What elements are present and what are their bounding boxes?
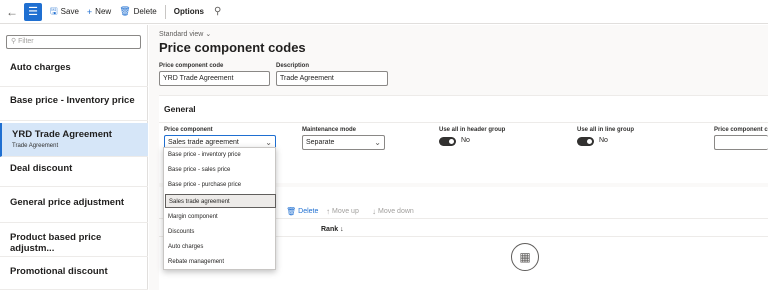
records-list-pane: ⚲ Filter Auto charges Base price - Inven… [0, 25, 148, 290]
maintenance-mode-label: Maintenance mode [302, 127, 357, 133]
save-label: Save [60, 7, 79, 16]
rank-header-label: Rank [321, 226, 339, 233]
description-label: Description [276, 63, 310, 69]
list-item[interactable]: Product based price adjustm... [0, 223, 148, 257]
price-component-code-label: Price component c [714, 127, 768, 133]
toolbar-divider [164, 4, 166, 19]
header-group-value: No [461, 137, 470, 144]
trash-icon: 🗑 [119, 6, 131, 16]
chevron-down-icon: ⌄ [374, 138, 381, 147]
save-button[interactable]: 🖫 Save [50, 4, 79, 20]
chevron-down-icon: ⌄ [205, 31, 212, 38]
filter-placeholder: Filter [18, 38, 34, 45]
delete-button[interactable]: 🗑 Delete [119, 6, 157, 17]
line-group-value: No [599, 137, 608, 144]
dropdown-option[interactable]: Base price - purchase price [165, 178, 276, 192]
dropdown-option-selected[interactable]: Sales trade agreement [165, 194, 276, 208]
list-item[interactable]: Deal discount [0, 157, 148, 187]
line-group-label: Use all in line group [577, 127, 635, 133]
code-label: Price component code [159, 63, 224, 69]
back-arrow-icon[interactable]: ← [2, 5, 22, 19]
new-label: New [95, 7, 112, 16]
section-divider [159, 122, 768, 123]
view-label: Standard view [159, 31, 204, 38]
dropdown-option[interactable]: Base price - sales price [165, 163, 276, 177]
dropdown-option[interactable]: Auto charges [165, 240, 276, 254]
list-item-title: Auto charges [10, 62, 71, 73]
list-item-title: Promotional discount [10, 266, 108, 277]
maintenance-mode-select[interactable]: Separate ⌄ [302, 135, 385, 150]
arrow-up-icon: ↑ [326, 207, 330, 216]
list-item[interactable]: General price adjustment [0, 187, 148, 223]
dropdown-option[interactable]: Base price - inventory price [165, 148, 276, 162]
list-item[interactable]: Promotional discount [0, 257, 148, 290]
save-icon: 🖫 [50, 5, 58, 16]
maintenance-mode-value: Separate [306, 139, 335, 146]
plus-icon: + [86, 6, 93, 17]
rank-column-header[interactable]: Rank ↓ [321, 226, 344, 233]
grid-delete-button[interactable]: 🗑 Delete [286, 207, 318, 216]
search-icon[interactable]: ⚲ [214, 6, 221, 17]
delete-label: Delete [133, 7, 157, 16]
header-group-label: Use all in header group [439, 127, 506, 133]
grid-delete-label: Delete [298, 208, 319, 215]
list-item[interactable]: Auto charges [0, 55, 148, 87]
sort-arrow-icon: ↓ [340, 226, 344, 233]
price-component-code-field[interactable] [714, 135, 768, 150]
list-item-subtitle: Trade Agreement [12, 143, 59, 149]
filter-input[interactable]: ⚲ Filter [6, 35, 141, 49]
price-component-value: Sales trade agreement [168, 139, 239, 146]
dropdown-option[interactable]: Discounts [165, 225, 276, 239]
move-down-button[interactable]: ↓ Move down [372, 207, 414, 216]
price-component-label: Price component [164, 127, 213, 133]
hamburger-icon[interactable]: ☰ [24, 2, 42, 21]
dropdown-option[interactable]: Rebate management [165, 255, 276, 269]
view-selector[interactable]: Standard view ⌄ [159, 30, 211, 38]
header-group-toggle[interactable] [439, 137, 456, 146]
price-component-dropdown: Base price - inventory price Base price … [163, 147, 276, 270]
list-item-title: Deal discount [10, 163, 73, 174]
trash-icon: 🗑 [286, 207, 297, 216]
line-group-toggle[interactable] [577, 137, 594, 146]
new-button[interactable]: + New [87, 7, 111, 17]
list-item[interactable]: Base price - Inventory price [0, 87, 148, 121]
move-up-label: Move up [332, 208, 359, 215]
arrow-down-icon: ↓ [372, 207, 376, 216]
list-item-selected[interactable]: YRD Trade Agreement Trade Agreement [0, 123, 148, 157]
empty-box-icon: ▦ [511, 243, 539, 271]
options-button[interactable]: Options [174, 7, 204, 16]
toolbar: ← ☰ 🖫 Save + New 🗑 Delete Options ⚲ [0, 0, 768, 24]
general-title[interactable]: General [164, 104, 196, 114]
description-field[interactable]: Trade Agreement [276, 71, 388, 86]
move-down-label: Move down [378, 208, 414, 215]
list-item-title: General price adjustment [10, 197, 125, 208]
move-up-button[interactable]: ↑ Move up [326, 207, 359, 216]
list-item-title: YRD Trade Agreement [12, 129, 112, 140]
code-field[interactable]: YRD Trade Agreement [159, 71, 270, 86]
page-title: Price component codes [159, 40, 306, 55]
list-item-title: Product based price adjustm... [10, 232, 102, 254]
list-item-title: Base price - Inventory price [10, 95, 135, 106]
dropdown-option[interactable]: Margin component [165, 210, 276, 224]
